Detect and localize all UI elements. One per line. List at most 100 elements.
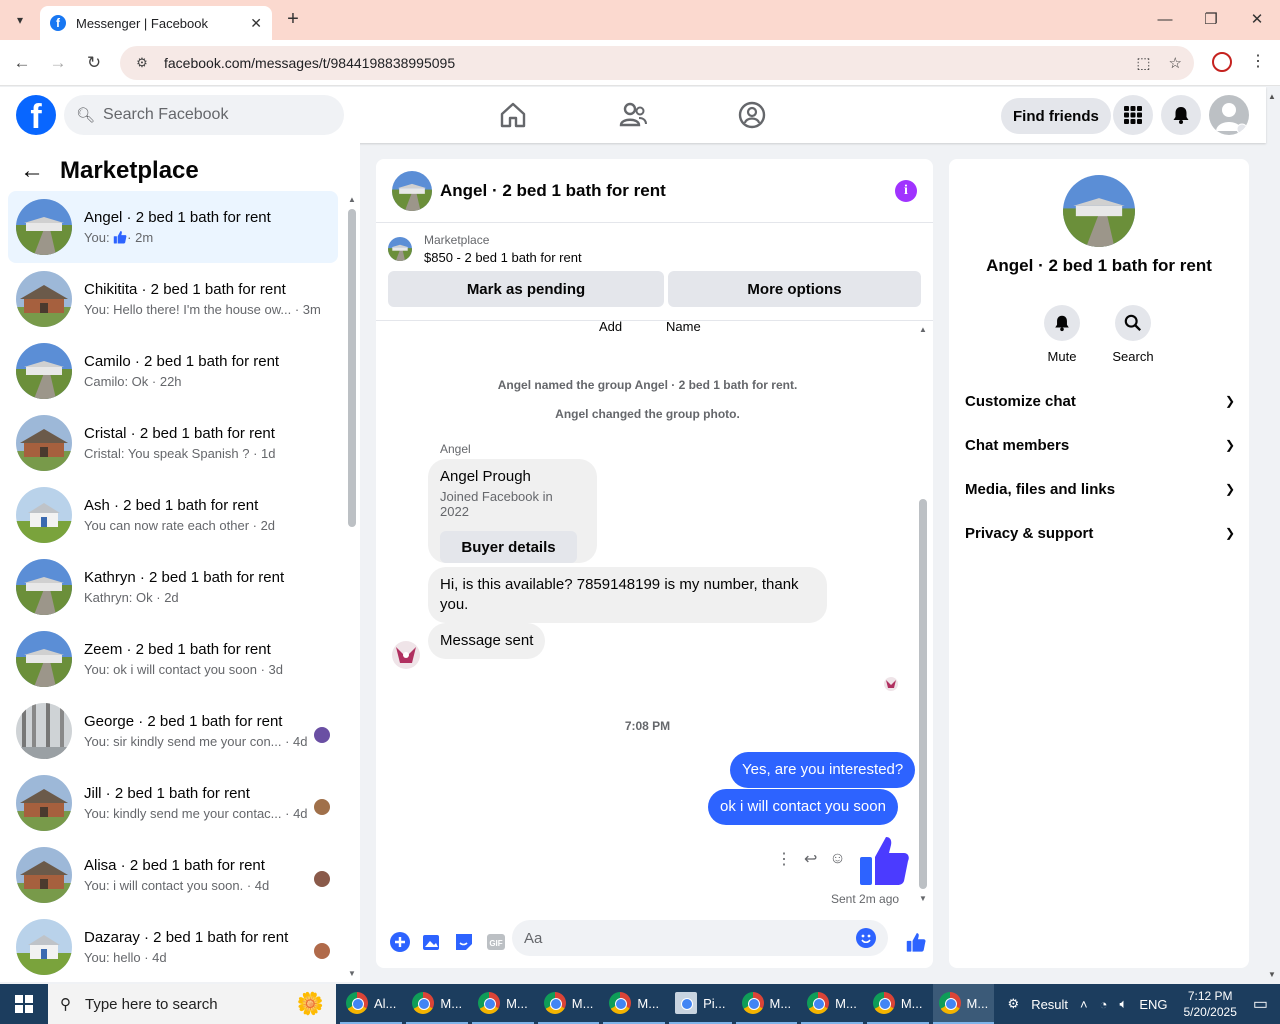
back-arrow-icon[interactable]: ← bbox=[20, 157, 44, 185]
incoming-message[interactable]: Message sent bbox=[428, 623, 546, 659]
minimize-window-icon[interactable]: — bbox=[1150, 8, 1180, 32]
friends-icon[interactable] bbox=[617, 99, 649, 131]
tray-chevron-icon[interactable]: ˄ bbox=[1080, 997, 1088, 1012]
message-input[interactable] bbox=[524, 929, 856, 947]
chat-title[interactable]: Angel · 2 bed 1 bath for rent bbox=[440, 181, 895, 201]
privacy-support-section[interactable]: Privacy & support ❯ bbox=[965, 521, 1235, 545]
media-files-links-section[interactable]: Media, files and links ❯ bbox=[965, 477, 1235, 501]
message-input-box[interactable] bbox=[512, 920, 888, 956]
customize-chat-section[interactable]: Customize chat ❯ bbox=[965, 389, 1235, 413]
browser-profile-icon[interactable] bbox=[1212, 52, 1232, 72]
windows-start-icon[interactable] bbox=[0, 984, 48, 1024]
groups-icon[interactable] bbox=[736, 99, 768, 131]
facebook-search[interactable]: 🔍︎ bbox=[64, 95, 344, 135]
conversation-item[interactable]: Ash · 2 bed 1 bath for rent You can now r… bbox=[8, 479, 338, 551]
incoming-message[interactable]: Hi, is this available? 7859148199 is my … bbox=[428, 567, 827, 623]
chat-scrollbar[interactable] bbox=[919, 499, 927, 889]
forward-button[interactable]: → bbox=[46, 51, 70, 75]
clock[interactable]: 7:12 PM 5/20/2025 bbox=[1183, 988, 1236, 1020]
result-widget-icon[interactable]: ⚙ bbox=[1008, 996, 1020, 1012]
react-smiley-icon[interactable]: ☺ bbox=[829, 850, 845, 868]
taskbar-app[interactable]: Pi... bbox=[669, 984, 732, 1024]
listing-thumbnail[interactable] bbox=[388, 237, 412, 261]
page-scroll-down-icon[interactable]: ▼ bbox=[1268, 970, 1276, 979]
search-in-chat-button[interactable]: Search bbox=[1103, 305, 1163, 364]
more-actions-icon[interactable]: ⋮ bbox=[776, 849, 792, 869]
taskbar-app[interactable]: M... bbox=[801, 984, 863, 1024]
reply-icon[interactable]: ↩ bbox=[804, 849, 817, 869]
chat-avatar[interactable] bbox=[392, 170, 432, 211]
attach-photo-icon[interactable] bbox=[422, 932, 442, 952]
menu-grid-icon[interactable] bbox=[1113, 95, 1153, 135]
facebook-logo-icon[interactable]: f bbox=[16, 95, 56, 135]
outgoing-message[interactable]: ok i will contact you soon bbox=[708, 789, 898, 825]
scroll-down-arrow-icon[interactable]: ▼ bbox=[348, 969, 356, 978]
more-options-button[interactable]: More options bbox=[668, 271, 921, 307]
more-plus-icon[interactable] bbox=[390, 932, 410, 952]
conversation-item[interactable]: Dazaray · 2 bed 1 bath for rent You: hell… bbox=[8, 911, 338, 983]
back-button[interactable]: ← bbox=[10, 51, 34, 75]
emoji-icon[interactable] bbox=[856, 928, 876, 948]
conversation-item[interactable]: Alisa · 2 bed 1 bath for rent You: i will… bbox=[8, 839, 338, 911]
browser-tab-messenger[interactable]: f Messenger | Facebook ✕ bbox=[40, 6, 272, 40]
taskbar-app[interactable]: M... bbox=[472, 984, 534, 1024]
sticker-icon[interactable] bbox=[454, 932, 474, 952]
outgoing-message[interactable]: Yes, are you interested? bbox=[730, 752, 916, 788]
conversation-item[interactable]: Kathryn · 2 bed 1 bath for rent Kathryn: … bbox=[8, 551, 338, 623]
close-tab-icon[interactable]: ✕ bbox=[250, 15, 262, 32]
restore-window-icon[interactable]: ❐ bbox=[1196, 8, 1226, 32]
chat-scroll-down-icon[interactable]: ▼ bbox=[919, 894, 927, 903]
sidebar-scrollbar[interactable] bbox=[348, 209, 356, 527]
browser-menu-icon[interactable]: ⋮ bbox=[1250, 51, 1266, 71]
scroll-up-arrow-icon[interactable]: ▲ bbox=[348, 195, 356, 204]
conversation-preview: Kathryn: Ok · 2d bbox=[84, 590, 179, 605]
bookmark-star-icon[interactable]: ☆ bbox=[1169, 54, 1182, 72]
page-scroll-up-icon[interactable]: ▲ bbox=[1268, 92, 1276, 101]
home-icon[interactable] bbox=[497, 99, 529, 131]
conversation-item[interactable]: Angel · 2 bed 1 bath for rent You: · 2m bbox=[8, 191, 338, 263]
taskbar-app[interactable]: M... bbox=[932, 984, 995, 1024]
conversation-item[interactable]: Cristal · 2 bed 1 bath for rent Cristal: … bbox=[8, 407, 338, 479]
conversation-item[interactable]: George · 2 bed 1 bath for rent You: sir k… bbox=[8, 695, 338, 767]
taskbar-app[interactable]: M... bbox=[866, 984, 929, 1024]
network-icon[interactable]: ◔ bbox=[1100, 997, 1108, 1012]
facebook-search-input[interactable] bbox=[103, 106, 324, 124]
taskbar-search[interactable]: ⚲ Type here to search 🌼 bbox=[48, 984, 336, 1024]
address-bar[interactable]: ⚙ facebook.com/messages/t/98441988389950… bbox=[120, 46, 1194, 80]
conversation-item[interactable]: Zeem · 2 bed 1 bath for rent You: ok i wi… bbox=[8, 623, 338, 695]
sender-avatar[interactable] bbox=[392, 641, 420, 669]
taskbar-app[interactable]: M... bbox=[406, 984, 469, 1024]
conversation-item[interactable]: Camilo · 2 bed 1 bath for rent Camilo: Ok… bbox=[8, 335, 338, 407]
notifications-bell-icon[interactable] bbox=[1161, 95, 1201, 135]
site-info-icon[interactable]: ⚙ bbox=[132, 53, 152, 73]
taskbar-app[interactable]: M... bbox=[537, 984, 600, 1024]
buyer-details-button[interactable]: Buyer details bbox=[440, 531, 577, 563]
mute-button[interactable]: Mute bbox=[1032, 305, 1092, 364]
new-tab-button[interactable]: + bbox=[282, 8, 304, 30]
chat-scroll-up-icon[interactable]: ▲ bbox=[919, 325, 927, 334]
reload-button[interactable]: ↻ bbox=[82, 51, 106, 75]
send-like-icon[interactable] bbox=[906, 932, 926, 952]
find-friends-button[interactable]: Find friends bbox=[1001, 98, 1111, 134]
url-text[interactable]: facebook.com/messages/t/9844198838995095 bbox=[164, 55, 1118, 71]
close-window-icon[interactable]: ✕ bbox=[1242, 8, 1272, 32]
language-indicator[interactable]: ENG bbox=[1139, 997, 1167, 1012]
install-app-icon[interactable]: ⬚ bbox=[1136, 54, 1150, 72]
notification-center-icon[interactable]: ▭ bbox=[1253, 994, 1268, 1014]
like-thumbs-up-icon[interactable] bbox=[858, 833, 910, 887]
mark-as-pending-button[interactable]: Mark as pending bbox=[388, 271, 664, 307]
taskbar-app[interactable]: Al... bbox=[340, 984, 403, 1024]
chat-members-section[interactable]: Chat members ❯ bbox=[965, 433, 1235, 457]
taskbar-app[interactable]: M... bbox=[735, 984, 798, 1024]
conversation-item[interactable]: Jill · 2 bed 1 bath for rent You: kindly … bbox=[8, 767, 338, 839]
taskbar-app[interactable]: M... bbox=[603, 984, 666, 1024]
listing-price[interactable]: $850 - 2 bed 1 bath for rent bbox=[424, 250, 582, 265]
conversation-item[interactable]: Chikitita · 2 bed 1 bath for rent You: He… bbox=[8, 263, 338, 335]
gif-icon[interactable]: GIF bbox=[486, 932, 506, 952]
tab-search-chevron-icon[interactable]: ▾ bbox=[8, 8, 32, 32]
info-icon[interactable]: i bbox=[895, 179, 917, 202]
group-avatar[interactable] bbox=[1063, 175, 1135, 247]
result-label[interactable]: Result bbox=[1031, 997, 1068, 1012]
volume-icon[interactable]: 🔈︎ bbox=[1120, 996, 1128, 1012]
account-avatar[interactable] bbox=[1209, 95, 1249, 135]
